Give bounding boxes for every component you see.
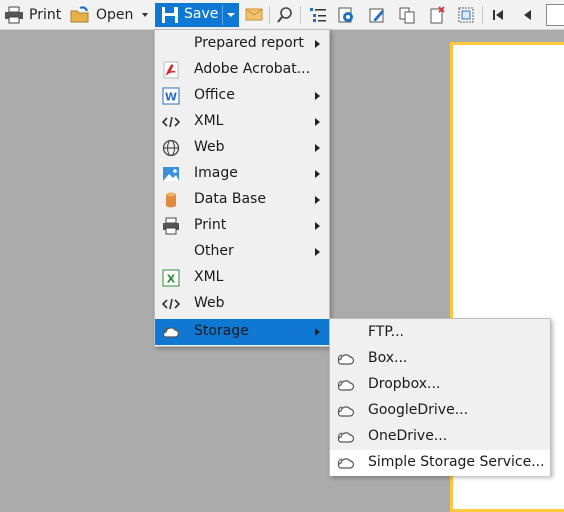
excel-icon: X [162, 269, 180, 287]
menu-item-label: Prepared report [194, 35, 304, 51]
cloud-icon [337, 406, 355, 417]
cloud-icon [337, 354, 355, 365]
menu-item-xml[interactable]: XML [155, 109, 329, 135]
page-number-input[interactable] [546, 4, 564, 26]
menu-item-other[interactable]: Other [155, 239, 329, 265]
code-icon [162, 298, 180, 310]
submenu-arrow-icon [315, 248, 320, 256]
email-icon[interactable] [245, 7, 263, 22]
open-button[interactable]: Open [70, 4, 133, 26]
menu-item-label: Web [194, 139, 225, 155]
save-label: Save [184, 6, 219, 22]
previous-page-icon[interactable] [520, 8, 534, 22]
menu-item-adobe-acrobat[interactable]: Adobe Acrobat... [155, 57, 329, 83]
submenu-arrow-icon [315, 92, 320, 100]
menu-item-box[interactable]: Box... [330, 346, 550, 372]
menu-item-label: Box... [368, 350, 408, 366]
menu-item-onedrive[interactable]: OneDrive... [330, 424, 550, 450]
svg-text:W: W [165, 91, 177, 104]
menu-item-dropbox[interactable]: Dropbox... [330, 372, 550, 398]
first-page-icon[interactable] [491, 8, 505, 22]
menu-item-label: Adobe Acrobat... [194, 61, 311, 77]
open-dropdown-arrow[interactable] [142, 13, 148, 17]
cloud-icon [337, 432, 355, 443]
menu-item-prepared-report[interactable]: Prepared report [155, 31, 329, 57]
new-page-icon[interactable] [428, 6, 446, 24]
floppy-disk-icon [162, 7, 178, 23]
cloud-icon [337, 380, 355, 391]
save-menu: Prepared report Adobe Acrobat... W Offic… [154, 29, 330, 347]
submenu-arrow-icon [315, 40, 320, 48]
menu-item-ftp[interactable]: FTP... [330, 320, 550, 346]
submenu-arrow-icon [315, 118, 320, 126]
cloud-icon [337, 458, 355, 469]
menu-item-label: Other [194, 243, 234, 259]
submenu-arrow-icon [315, 222, 320, 230]
toolbar-separator [300, 6, 301, 24]
open-label: Open [96, 7, 134, 23]
parameters-icon[interactable] [337, 6, 355, 24]
print-label: Print [29, 7, 62, 23]
save-button[interactable]: Save [155, 3, 239, 27]
word-icon: W [162, 87, 180, 105]
menu-item-storage[interactable]: Storage [155, 319, 329, 345]
menu-item-data-base[interactable]: Data Base [155, 187, 329, 213]
toolbar-separator [482, 6, 483, 24]
submenu-arrow-icon [315, 328, 320, 336]
menu-item-label: Image [194, 165, 238, 181]
menu-item-label: FTP... [368, 324, 404, 340]
database-icon [166, 192, 176, 208]
menu-item-googledrive[interactable]: GoogleDrive... [330, 398, 550, 424]
globe-icon [162, 139, 180, 157]
menu-item-label: Web [194, 295, 225, 311]
menu-item-print[interactable]: Print [155, 213, 329, 239]
submenu-arrow-icon [315, 196, 320, 204]
menu-item-label: Simple Storage Service... [368, 454, 545, 470]
submenu-arrow-icon [315, 170, 320, 178]
menu-item-label: Office [194, 87, 235, 103]
code-icon [162, 116, 180, 128]
menu-item-image[interactable]: Image [155, 161, 329, 187]
menu-item-label: GoogleDrive... [368, 402, 469, 418]
print-button[interactable]: Print [4, 4, 61, 26]
image-icon [163, 167, 179, 181]
copy-page-icon[interactable] [398, 6, 416, 24]
menu-item-web[interactable]: Web [155, 135, 329, 161]
pdf-icon [163, 61, 179, 79]
page-setup-icon[interactable] [457, 6, 475, 24]
menu-item-office[interactable]: W Office [155, 83, 329, 109]
cloud-icon [162, 327, 180, 338]
svg-text:X: X [167, 273, 176, 286]
toolbar: Print Open Save [0, 0, 564, 30]
printer-icon [163, 217, 179, 235]
bookmarks-icon[interactable] [309, 6, 327, 24]
toolbar-separator [269, 6, 270, 24]
menu-item-simple-storage-service[interactable]: Simple Storage Service... [330, 450, 550, 476]
storage-submenu: FTP... Box... Dropbox... GoogleDrive... … [329, 318, 551, 476]
menu-item-label: Storage [194, 323, 249, 339]
menu-item-label: Data Base [194, 191, 266, 207]
menu-item-label: Dropbox... [368, 376, 441, 392]
menu-item-label: Print [194, 217, 227, 233]
search-icon[interactable] [276, 6, 294, 24]
menu-item-label: XML [194, 113, 224, 129]
menu-item-label: OneDrive... [368, 428, 448, 444]
save-split-divider [222, 5, 223, 25]
edit-icon[interactable] [368, 6, 386, 24]
save-dropdown-arrow[interactable] [227, 13, 235, 17]
menu-item-web-html[interactable]: Web [155, 291, 329, 317]
submenu-arrow-icon [315, 144, 320, 152]
menu-item-xml-excel[interactable]: X XML [155, 265, 329, 291]
open-folder-icon [70, 6, 89, 23]
menu-item-label: XML [194, 269, 224, 285]
printer-icon [5, 6, 23, 24]
